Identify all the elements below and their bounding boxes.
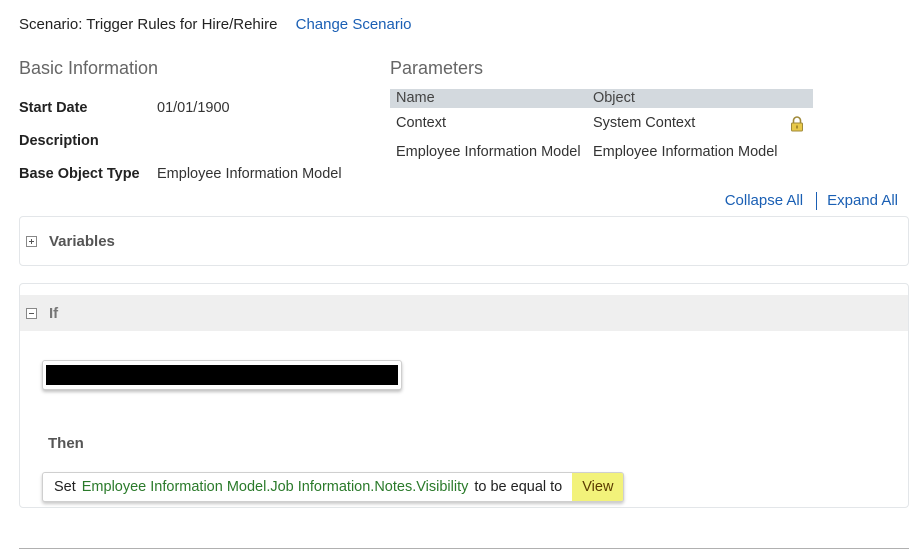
assigned-value[interactable]: View bbox=[572, 473, 624, 501]
minus-box-icon[interactable] bbox=[26, 307, 37, 319]
change-scenario-link[interactable]: Change Scenario bbox=[296, 16, 412, 33]
variables-title: Variables bbox=[49, 232, 115, 250]
start-date-value: 01/01/1900 bbox=[157, 100, 230, 116]
redacted-content bbox=[46, 365, 398, 385]
scenario-label: Scenario: Trigger Rules for Hire/Rehire bbox=[19, 16, 278, 33]
expand-all-link[interactable]: Expand All bbox=[827, 192, 898, 209]
description-label: Description bbox=[19, 133, 99, 149]
lock-icon bbox=[790, 115, 804, 132]
variables-panel-header[interactable]: Variables bbox=[20, 217, 908, 265]
start-date-label: Start Date bbox=[19, 100, 88, 116]
column-header-name: Name bbox=[390, 89, 587, 108]
base-object-type-label: Base Object Type bbox=[19, 166, 140, 182]
link-divider bbox=[816, 192, 818, 211]
parameters-header-row: Name Object bbox=[390, 89, 813, 108]
expand-controls: Collapse All Expand All bbox=[725, 192, 898, 211]
base-object-type-value: Employee Information Model bbox=[157, 166, 342, 182]
basic-info-title: Basic Information bbox=[19, 58, 159, 78]
table-row: Context System Context bbox=[390, 108, 813, 137]
target-field[interactable]: Employee Information Model.Job Informati… bbox=[82, 479, 469, 495]
plus-box-icon[interactable] bbox=[26, 235, 37, 247]
param-name: Context bbox=[396, 114, 446, 131]
collapse-all-link[interactable]: Collapse All bbox=[725, 192, 803, 209]
if-title: If bbox=[49, 304, 59, 322]
parameters-table: Name Object Context System Context Emplo… bbox=[390, 89, 813, 166]
column-header-lock bbox=[783, 89, 813, 108]
set-keyword: Set bbox=[54, 479, 76, 495]
scenario-header: Scenario: Trigger Rules for Hire/Rehire … bbox=[19, 15, 412, 35]
then-label: Then bbox=[48, 435, 84, 452]
column-header-object: Object bbox=[586, 89, 784, 108]
param-name: Employee Information Model bbox=[396, 143, 581, 160]
variables-panel: Variables bbox=[19, 216, 909, 266]
if-condition-expression[interactable] bbox=[42, 360, 402, 390]
if-panel-header[interactable]: If bbox=[20, 295, 908, 331]
set-statement[interactable]: Set Employee Information Model.Job Infor… bbox=[42, 472, 625, 502]
if-panel: If Then Set Employee Information Model.J… bbox=[19, 283, 909, 508]
operator-text: to be equal to bbox=[474, 479, 563, 495]
bottom-divider bbox=[19, 548, 909, 549]
param-object: Employee Information Model bbox=[592, 143, 778, 160]
table-row: Employee Information Model Employee Info… bbox=[390, 137, 813, 166]
param-object: System Context bbox=[592, 114, 696, 131]
parameters-title: Parameters bbox=[390, 58, 484, 78]
